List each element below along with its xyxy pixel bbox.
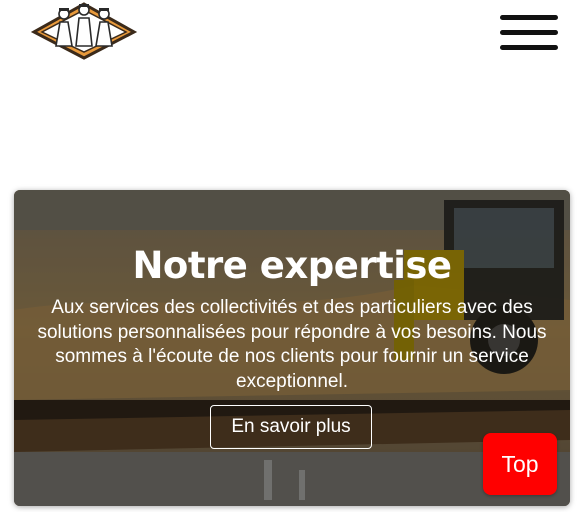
hamburger-icon-bar bbox=[500, 45, 558, 50]
hero-title: Notre expertise bbox=[132, 244, 452, 287]
scroll-to-top-button[interactable]: Top bbox=[483, 433, 557, 495]
hamburger-icon-bar bbox=[500, 30, 558, 35]
hero-description: Aux services des collectivités et des pa… bbox=[37, 297, 547, 392]
learn-more-button[interactable]: En savoir plus bbox=[210, 405, 372, 449]
team-workers-logo-icon bbox=[30, 2, 138, 60]
site-logo[interactable] bbox=[30, 0, 138, 62]
hamburger-icon-bar bbox=[500, 15, 558, 20]
hamburger-menu-button[interactable] bbox=[500, 13, 558, 51]
